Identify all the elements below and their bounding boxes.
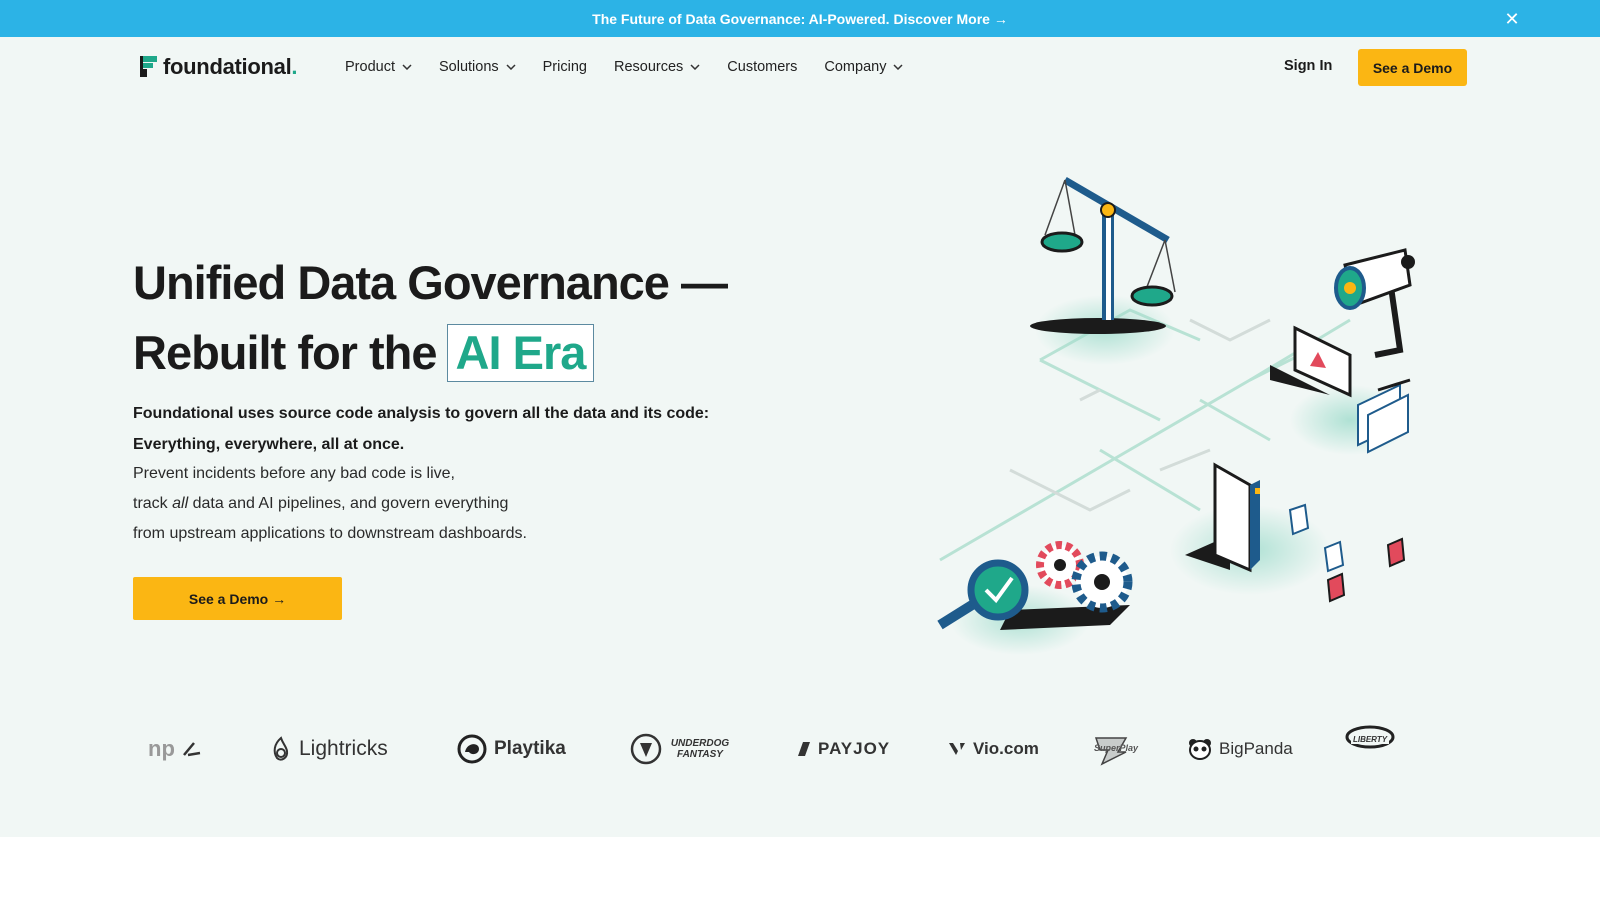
chevron-down-icon	[690, 64, 700, 70]
nav-customers[interactable]: Customers	[727, 37, 797, 97]
payjoy-logo-icon	[798, 742, 810, 756]
client-logo-payjoy: PAYJOY	[795, 725, 890, 773]
sign-in-link[interactable]: Sign In	[1284, 58, 1332, 74]
foundational-logo-icon	[140, 56, 157, 77]
close-icon[interactable]: ✕	[1502, 9, 1522, 29]
bold-line-2: Everything, everywhere, all at once.	[133, 436, 405, 453]
title-line-2-text: Rebuilt for the	[133, 326, 438, 379]
client-logo-superplay: SuperPlay	[1088, 725, 1138, 773]
chevron-down-icon	[402, 64, 412, 70]
body-line-2: track all data and AI pipelines, and gov…	[133, 495, 509, 512]
nav-company[interactable]: Company	[824, 37, 903, 97]
lightricks-logo-icon	[273, 736, 289, 761]
bigpanda-logo-icon	[1189, 739, 1211, 760]
underdog-logo-icon	[630, 733, 662, 765]
bold-line-1: Foundational uses source code analysis t…	[133, 405, 710, 422]
body-line-1: Prevent incidents before any bad code is…	[133, 465, 455, 482]
client-logo-underdog: UNDERDOG FANTASY	[630, 725, 740, 773]
client-logo-lightricks: Lightricks	[270, 725, 388, 773]
nav-product[interactable]: Product	[345, 37, 412, 97]
playtika-logo-icon	[457, 734, 487, 764]
logo-text: foundational.	[163, 54, 298, 79]
client-logos-strip: np Lightricks Playtika UNDERDOG FANTASY …	[140, 725, 1440, 775]
vio-logo-icon	[949, 743, 965, 755]
hero-description: Prevent incidents before any bad code is…	[133, 459, 753, 549]
chevron-down-icon	[506, 64, 516, 70]
announcement-link[interactable]: The Future of Data Governance: AI-Powere…	[592, 11, 1008, 27]
client-logo-vio: Vio.com	[948, 725, 1039, 773]
hero-bold-description: Foundational uses source code analysis t…	[133, 398, 753, 460]
title-line-1: Unified Data Governance —	[133, 256, 728, 309]
page-title: Unified Data Governance — Rebuilt for th…	[133, 248, 728, 388]
client-logo-liberty: LIBERTY	[1345, 725, 1395, 773]
nav-solutions[interactable]: Solutions	[439, 37, 516, 97]
logo[interactable]: foundational.	[140, 54, 297, 80]
body-line-3: from upstream applications to downstream…	[133, 525, 527, 542]
nav-pricing[interactable]: Pricing	[543, 37, 587, 97]
navbar: foundational. Product Solutions Pricing …	[0, 37, 1600, 97]
client-logo-playtika: Playtika	[457, 725, 566, 773]
client-logo-bigpanda: BigPanda	[1188, 725, 1293, 773]
announcement-bar: The Future of Data Governance: AI-Powere…	[0, 0, 1600, 37]
megaphone-icon	[1334, 248, 1415, 358]
hero-illustration	[937, 176, 1415, 655]
title-highlight: AI Era	[446, 324, 595, 382]
see-demo-button-header[interactable]: See a Demo	[1358, 49, 1467, 86]
see-demo-button-hero[interactable]: See a Demo →	[133, 577, 342, 620]
chevron-down-icon	[893, 64, 903, 70]
swoosh-icon	[182, 742, 201, 757]
client-logo-partial: np	[148, 725, 202, 773]
title-line-2: Rebuilt for the AI Era	[133, 318, 727, 388]
main-nav: Product Solutions Pricing Resources Cust…	[345, 37, 930, 97]
nav-resources[interactable]: Resources	[614, 37, 700, 97]
